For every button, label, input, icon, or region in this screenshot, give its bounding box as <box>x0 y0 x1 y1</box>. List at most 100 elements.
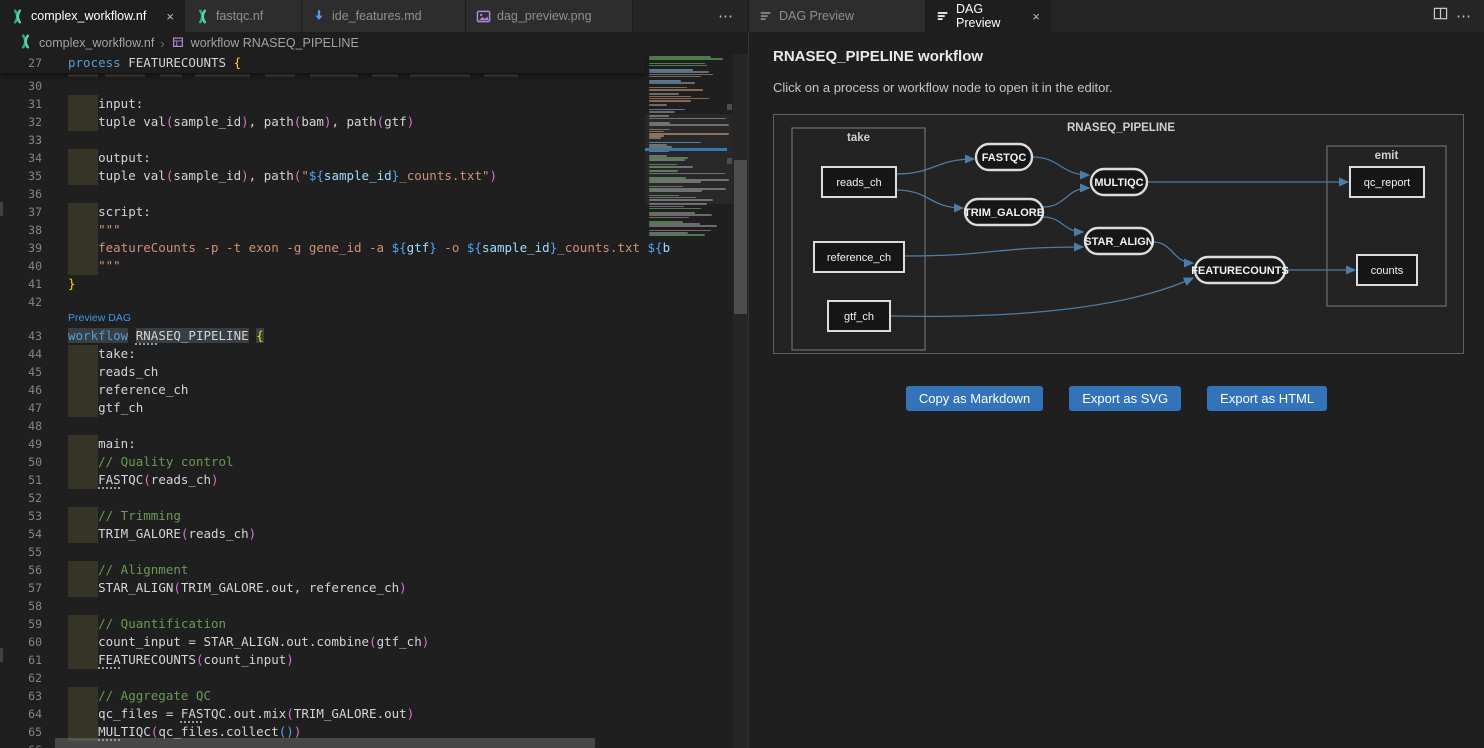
dag-node-counts[interactable]: counts <box>1357 255 1417 285</box>
code-line[interactable]: 62 <box>0 669 645 687</box>
code-text: STAR_ALIGN(TRIM_GALORE.out, reference_ch… <box>68 579 407 597</box>
code-line[interactable]: 55 <box>0 543 645 561</box>
dag-node-trim_galore[interactable]: TRIM_GALORE <box>964 199 1044 225</box>
code-line[interactable]: 32 tuple val(sample_id), path(bam), path… <box>0 113 645 131</box>
code-line[interactable]: 56 // Alignment <box>0 561 645 579</box>
dag-node-featurecounts[interactable]: FEATURECOUNTS <box>1191 257 1289 283</box>
code-line[interactable]: 35 tuple val(sample_id), path("${sample_… <box>0 167 645 185</box>
export-as-svg-button[interactable]: Export as SVG <box>1069 386 1181 411</box>
code-line[interactable]: 65 MULTIQC(qc_files.collect()) <box>0 723 645 741</box>
tab-dag-preview[interactable]: DAG Preview× <box>926 0 1051 32</box>
code-line[interactable]: 43workflow RNASEQ_PIPELINE { <box>0 327 645 345</box>
code-line[interactable]: 60 count_input = STAR_ALIGN.out.combine(… <box>0 633 645 651</box>
sticky-scroll-line[interactable]: 27process FEATURECOUNTS { <box>0 54 645 73</box>
code-line[interactable]: 51 FASTQC(reads_ch) <box>0 471 645 489</box>
code-line[interactable]: 54 TRIM_GALORE(reads_ch) <box>0 525 645 543</box>
code-line[interactable]: 34 output: <box>0 149 645 167</box>
breadcrumb-symbol[interactable]: workflow RNASEQ_PIPELINE <box>191 36 359 50</box>
close-tab-icon[interactable]: × <box>1024 9 1040 24</box>
md-arrow-icon <box>312 9 326 23</box>
line-number: 65 <box>0 723 55 741</box>
line-number: 62 <box>0 669 55 687</box>
code-line[interactable]: 30 <box>0 77 645 95</box>
preview-list-icon <box>936 9 950 23</box>
line-number: 32 <box>0 113 55 131</box>
dag-edge <box>890 278 1193 316</box>
code-editor[interactable]: 27process FEATURECOUNTS { 3031 input:32 … <box>0 54 748 748</box>
dag-node-multiqc[interactable]: MULTIQC <box>1091 169 1147 195</box>
code-text: take: <box>68 345 136 363</box>
code-text: // Alignment <box>68 561 188 579</box>
dag-node-reference_ch[interactable]: reference_ch <box>814 242 904 272</box>
dag-edge <box>1153 242 1193 263</box>
code-line[interactable]: 66 <box>0 741 645 748</box>
tab-complex-workflow-nf[interactable]: complex_workflow.nf× <box>0 0 185 32</box>
code-line[interactable]: 27process FEATURECOUNTS { <box>0 54 645 72</box>
codelens-preview-dag-link[interactable]: Preview DAG <box>68 311 131 327</box>
code-line[interactable]: 40 """ <box>0 257 645 275</box>
code-line[interactable]: 50 // Quality control <box>0 453 645 471</box>
code-line[interactable]: 45 reads_ch <box>0 363 645 381</box>
code-line[interactable]: 38 """ <box>0 221 645 239</box>
code-text: reads_ch <box>68 363 158 381</box>
code-text: script: <box>68 203 151 221</box>
code-text: input: <box>68 95 143 113</box>
split-editor-icon <box>1433 6 1448 26</box>
code-line[interactable]: 52 <box>0 489 645 507</box>
code-line[interactable]: 58 <box>0 597 645 615</box>
code-text: // Quantification <box>68 615 226 633</box>
dag-node-qc_report[interactable]: qc_report <box>1350 167 1424 197</box>
dag-node-fastqc[interactable]: FASTQC <box>976 144 1032 170</box>
code-line[interactable]: 42 <box>0 293 645 311</box>
code-line[interactable]: 49 main: <box>0 435 645 453</box>
code-line[interactable]: 57 STAR_ALIGN(TRIM_GALORE.out, reference… <box>0 579 645 597</box>
line-number: 45 <box>0 363 55 381</box>
code-line[interactable]: 59 // Quantification <box>0 615 645 633</box>
breadcrumb-file[interactable]: complex_workflow.nf <box>39 36 154 50</box>
close-tab-icon[interactable]: × <box>158 9 174 24</box>
code-line[interactable]: 36 <box>0 185 645 203</box>
editor-group-left-tabs: complex_workflow.nf×fastqc.nfide_feature… <box>0 0 748 32</box>
dag-node-label: reads_ch <box>836 177 881 189</box>
tab-ide-features-md[interactable]: ide_features.md <box>302 0 466 32</box>
split-editor-button[interactable] <box>1433 0 1448 32</box>
vertical-scrollbar[interactable] <box>733 54 748 748</box>
vertical-scrollbar-thumb[interactable] <box>734 160 747 314</box>
minimap[interactable] <box>645 54 733 738</box>
code-line[interactable]: 33 <box>0 131 645 149</box>
code-line[interactable]: 46 reference_ch <box>0 381 645 399</box>
overview-ruler-mark <box>727 158 732 164</box>
tab-dag-preview[interactable]: DAG Preview <box>749 0 926 32</box>
line-number: 50 <box>0 453 55 471</box>
code-line[interactable]: 48 <box>0 417 645 435</box>
nextflow-icon <box>10 9 25 24</box>
copy-as-markdown-button[interactable]: Copy as Markdown <box>906 386 1043 411</box>
code-line[interactable]: 31 input: <box>0 95 645 113</box>
dag-node-reads_ch[interactable]: reads_ch <box>822 167 896 197</box>
tab-fastqc-nf[interactable]: fastqc.nf <box>185 0 302 32</box>
code-line[interactable]: 41} <box>0 275 645 293</box>
code-text: """ <box>68 257 121 275</box>
line-number: 37 <box>0 203 55 221</box>
code-line[interactable]: 61 FEATURECOUNTS(count_input) <box>0 651 645 669</box>
code-line[interactable]: 47 gtf_ch <box>0 399 645 417</box>
line-number: 57 <box>0 579 55 597</box>
code-line[interactable]: 63 // Aggregate QC <box>0 687 645 705</box>
tab-dag-preview-png[interactable]: dag_preview.png <box>466 0 633 32</box>
dag-node-star_align[interactable]: STAR_ALIGN <box>1084 228 1154 254</box>
breadcrumb: complex_workflow.nf › workflow RNASEQ_PI… <box>0 32 748 54</box>
dag-node-gtf_ch[interactable]: gtf_ch <box>828 301 890 331</box>
code-line[interactable]: 44 take: <box>0 345 645 363</box>
export-as-html-button[interactable]: Export as HTML <box>1207 386 1327 411</box>
tab-label: DAG Preview <box>779 9 854 23</box>
line-number: 49 <box>0 435 55 453</box>
tab-overflow-button[interactable]: ⋯ <box>718 0 734 32</box>
code-line[interactable]: 37 script: <box>0 203 645 221</box>
code-line[interactable]: 64 qc_files = FASTQC.out.mix(TRIM_GALORE… <box>0 705 645 723</box>
minimap-slider[interactable] <box>645 114 733 204</box>
code-text: workflow RNASEQ_PIPELINE { <box>68 327 264 345</box>
code-line[interactable]: 53 // Trimming <box>0 507 645 525</box>
line-number: 60 <box>0 633 55 651</box>
editor-actions-button[interactable]: ⋯ <box>1456 0 1472 32</box>
code-line[interactable]: 39 featureCounts -p -t exon -g gene_id -… <box>0 239 645 257</box>
